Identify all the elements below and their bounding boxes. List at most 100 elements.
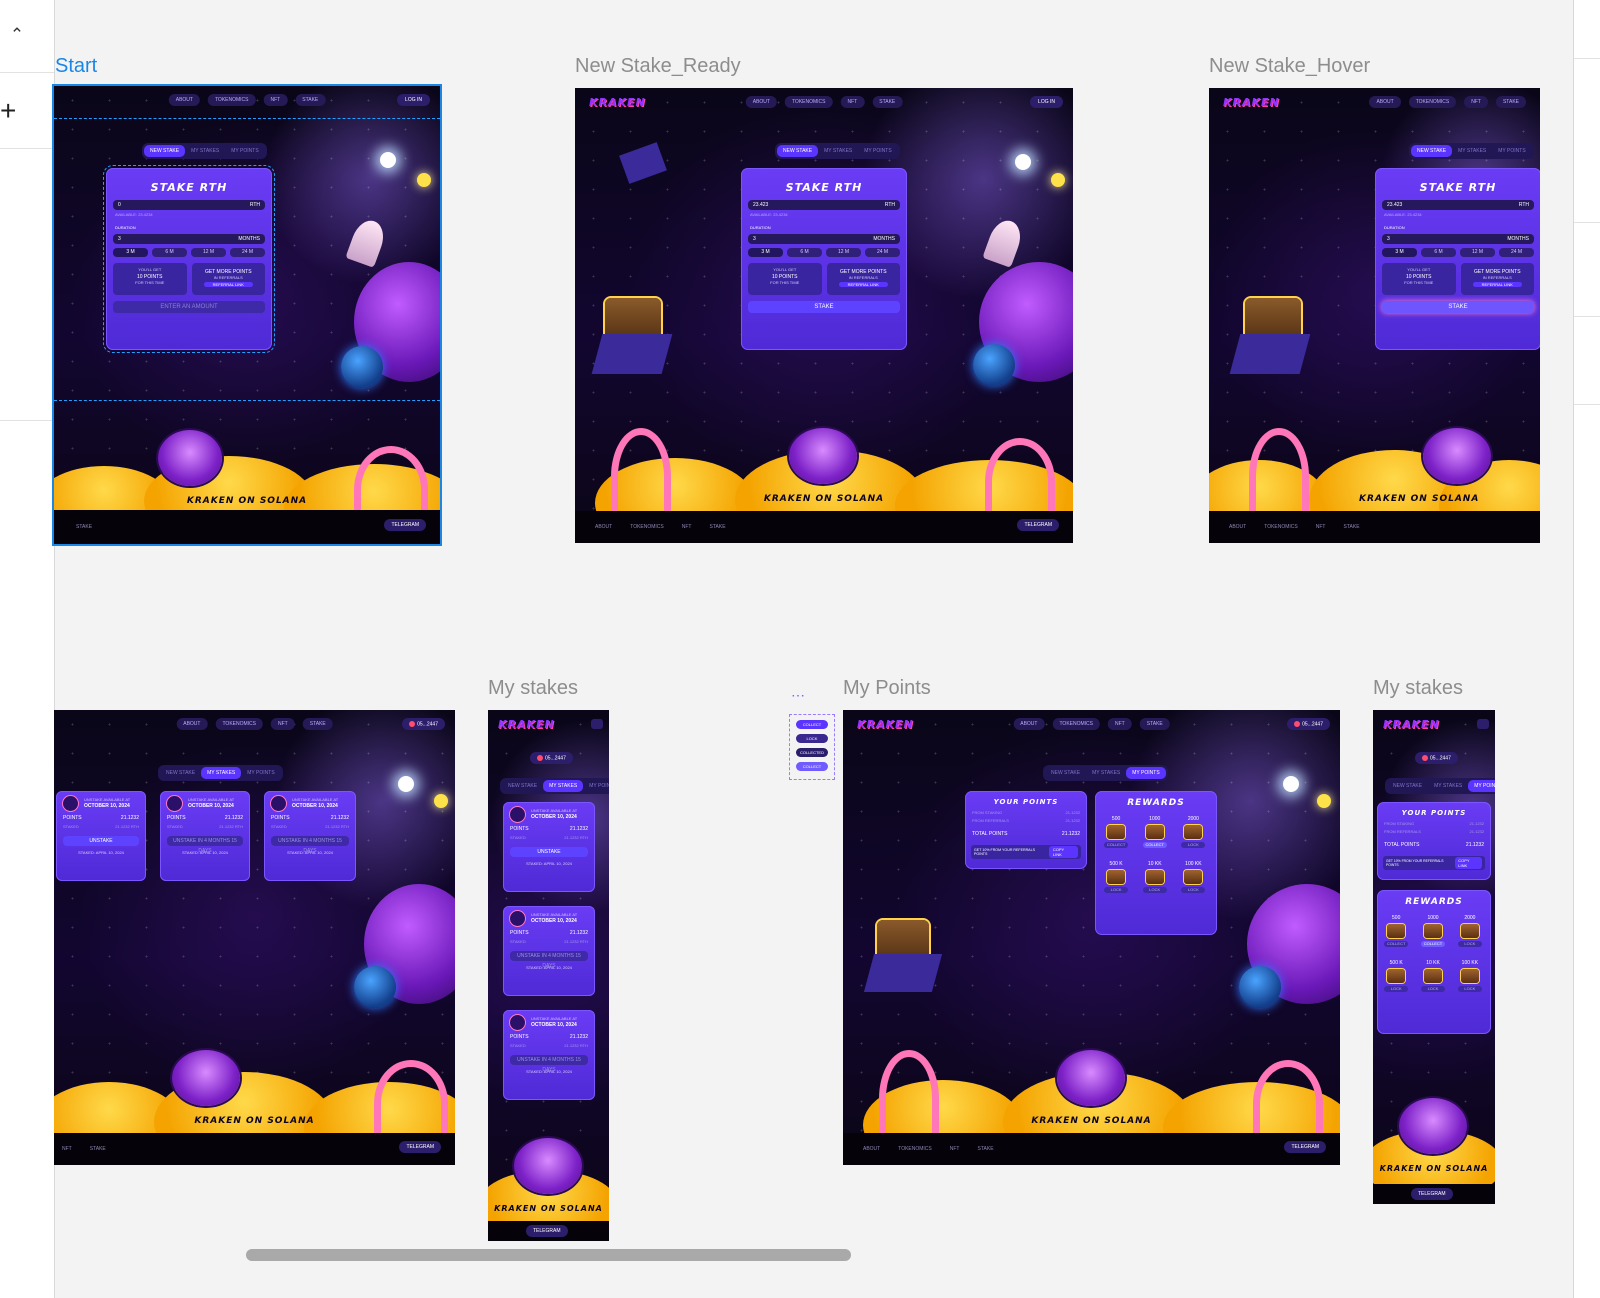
tab-my-points[interactable]: MY POINTS [583, 780, 609, 792]
login-button[interactable]: LOG IN [1030, 96, 1063, 108]
wallet-button[interactable]: 05...2447 [530, 752, 573, 765]
telegram-button[interactable]: TELEGRAM [1284, 1141, 1326, 1153]
frame-label-new-stake-hover[interactable]: New Stake_Hover [1209, 55, 1370, 78]
unstake-locked-button[interactable]: UNSTAKE IN 4 MONTHS 15 DAYS [510, 951, 588, 969]
reward-button[interactable]: COLLECT [1421, 941, 1446, 947]
wallet-button[interactable]: 05...2447 [402, 718, 445, 731]
nav-about[interactable]: ABOUT [1369, 96, 1401, 108]
tab-my-points[interactable]: MY POINTS [1126, 767, 1166, 779]
footer-about[interactable]: ABOUT [863, 1146, 880, 1152]
footer-tokenomics[interactable]: TOKENOMICS [1264, 524, 1298, 530]
frame-label-my-stakes-2[interactable]: My stakes [1373, 677, 1463, 700]
amount-input[interactable]: 23.423 RTH [748, 200, 900, 210]
frame-my-points[interactable]: KRAKEN ABOUT TOKENOMICS NFT STAKE 05...2… [843, 710, 1340, 1165]
referral-link-button[interactable]: REFERRAL LINK [838, 282, 888, 287]
reward-button[interactable]: LOCK [1142, 887, 1167, 893]
tab-my-points[interactable]: MY POINTS [1468, 780, 1495, 792]
state-collected[interactable]: COLLECTED [796, 748, 828, 757]
unstake-locked-button[interactable]: UNSTAKE IN 4 MONTHS 15 DAYS [510, 1055, 588, 1073]
chip-24m[interactable]: 24 M [230, 248, 265, 257]
chip-6m[interactable]: 6 M [152, 248, 187, 257]
referral-link-button[interactable]: REFERRAL LINK [1472, 282, 1522, 287]
tab-my-stakes[interactable]: MY STAKES [1428, 780, 1468, 792]
nav-tokenomics[interactable]: TOKENOMICS [207, 94, 256, 106]
copy-link-button[interactable]: COPY LINK [1048, 846, 1078, 858]
nav-nft[interactable]: NFT [1108, 718, 1132, 730]
reward-button[interactable]: LOCK [1384, 986, 1409, 992]
frame-my-stakes-mobile[interactable]: KRAKEN 05...2447 NEW STAKE MY STAKES MY … [488, 710, 609, 1241]
tab-new-stake[interactable]: NEW STAKE [1045, 767, 1086, 779]
frame-label-new-stake-ready[interactable]: New Stake_Ready [575, 55, 741, 78]
wallet-button[interactable]: 05...2447 [1287, 718, 1330, 731]
footer-nft[interactable]: NFT [62, 1146, 72, 1152]
unstake-locked-button[interactable]: UNSTAKE IN 4 MONTHS 15 DAYS [271, 836, 349, 854]
chip-3m[interactable]: 3 M [748, 248, 783, 257]
duration-input[interactable]: 3 MONTHS [1382, 234, 1534, 244]
nav-tokenomics[interactable]: TOKENOMICS [215, 718, 263, 730]
nav-about[interactable]: ABOUT [176, 718, 208, 730]
tab-my-points[interactable]: MY POINTS [1492, 145, 1531, 157]
tab-new-stake[interactable]: NEW STAKE [1411, 145, 1453, 157]
nav-tokenomics[interactable]: TOKENOMICS [1052, 718, 1100, 730]
chip-12m[interactable]: 12 M [826, 248, 861, 257]
telegram-button[interactable]: TELEGRAM [399, 1141, 441, 1153]
login-button[interactable]: LOG IN [397, 94, 430, 106]
nav-nft[interactable]: NFT [263, 94, 288, 106]
tab-new-stake[interactable]: NEW STAKE [144, 145, 186, 157]
tab-my-stakes[interactable]: MY STAKES [818, 145, 858, 157]
footer-tokenomics[interactable]: TOKENOMICS [898, 1146, 932, 1152]
unstake-button[interactable]: UNSTAKE [63, 836, 139, 846]
reward-button[interactable]: LOCK [1421, 986, 1446, 992]
footer-nft[interactable]: NFT [950, 1146, 960, 1152]
footer-about[interactable]: ABOUT [1229, 524, 1246, 530]
footer-tokenomics[interactable]: TOKENOMICS [630, 524, 664, 530]
horizontal-scrollbar[interactable] [246, 1249, 851, 1261]
nav-stake[interactable]: STAKE [872, 96, 903, 108]
chip-6m[interactable]: 6 M [787, 248, 822, 257]
referral-link-button[interactable]: REFERRAL LINK [203, 282, 253, 287]
enter-amount-button[interactable]: ENTER AN AMOUNT [113, 301, 265, 313]
tab-new-stake[interactable]: NEW STAKE [502, 780, 543, 792]
reward-button[interactable]: COLLECT [1384, 941, 1409, 947]
frame-label-my-stakes[interactable]: My stakes [488, 677, 578, 700]
frame-label-start[interactable]: Start [55, 55, 97, 78]
button-states-component[interactable]: COLLECT LOCK COLLECTED COLLECT [789, 714, 835, 780]
nav-about[interactable]: ABOUT [745, 96, 777, 108]
collapse-chevron-icon[interactable]: ⌃ [6, 24, 28, 46]
frame-my-points-mobile[interactable]: KRAKEN 05...2447 NEW STAKE MY STAKES MY … [1373, 710, 1495, 1204]
nav-tokenomics[interactable]: TOKENOMICS [1408, 96, 1457, 108]
chip-24m[interactable]: 24 M [1499, 248, 1534, 257]
tab-my-points[interactable]: MY POINTS [241, 767, 280, 779]
tab-my-stakes[interactable]: MY STAKES [1452, 145, 1492, 157]
chip-3m[interactable]: 3 M [113, 248, 148, 257]
frame-new-stake-hover[interactable]: KRAKEN ABOUT TOKENOMICS NFT STAKE NEW ST… [1209, 88, 1540, 543]
chip-12m[interactable]: 12 M [1460, 248, 1495, 257]
nav-tokenomics[interactable]: TOKENOMICS [784, 96, 833, 108]
tab-my-stakes[interactable]: MY STAKES [201, 767, 242, 779]
chip-24m[interactable]: 24 M [865, 248, 900, 257]
duration-input[interactable]: 3 MONTHS [748, 234, 900, 244]
reward-button[interactable]: LOCK [1457, 986, 1482, 992]
chip-6m[interactable]: 6 M [1421, 248, 1456, 257]
tab-new-stake[interactable]: NEW STAKE [1387, 780, 1428, 792]
duration-input[interactable]: 3 MONTHS [113, 234, 265, 244]
frame-start[interactable]: ABOUT TOKENOMICS NFT STAKE LOG IN NEW ST… [54, 86, 440, 544]
reward-button[interactable]: COLLECT [1142, 842, 1167, 848]
frame-my-stakes-desktop[interactable]: ABOUT TOKENOMICS NFT STAKE 05...2447 NEW… [54, 710, 455, 1165]
tab-new-stake[interactable]: NEW STAKE [777, 145, 819, 157]
telegram-button[interactable]: TELEGRAM [1411, 1188, 1453, 1200]
tab-my-stakes[interactable]: MY STAKES [185, 145, 225, 157]
nav-nft[interactable]: NFT [1464, 96, 1488, 108]
reward-button[interactable]: LOCK [1457, 941, 1482, 947]
reward-button[interactable]: LOCK [1181, 887, 1206, 893]
reward-button[interactable]: LOCK [1181, 842, 1206, 848]
nav-stake[interactable]: STAKE [1495, 96, 1526, 108]
nav-stake[interactable]: STAKE [295, 94, 326, 106]
tab-my-stakes[interactable]: MY STAKES [1086, 767, 1126, 779]
state-collect[interactable]: COLLECT [796, 720, 828, 729]
stake-button[interactable]: STAKE [748, 301, 900, 313]
more-options-icon[interactable]: ⋯ [791, 688, 805, 702]
telegram-button[interactable]: TELEGRAM [384, 519, 426, 531]
menu-icon[interactable] [591, 719, 603, 729]
footer-about[interactable]: ABOUT [595, 524, 612, 530]
